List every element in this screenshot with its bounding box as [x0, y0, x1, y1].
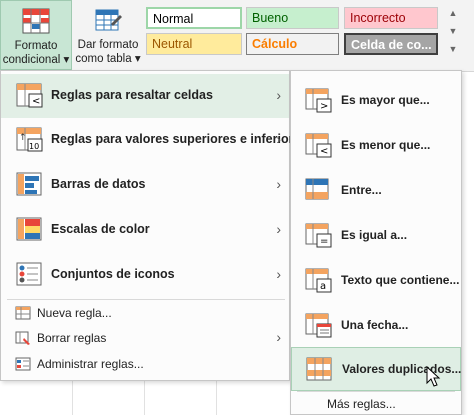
menu-separator — [7, 299, 285, 300]
equal-to-icon: = — [305, 223, 332, 248]
submenu-item-equal-to[interactable]: = Es igual a... — [291, 214, 461, 258]
chevron-down-icon: ▾ — [63, 54, 70, 66]
chevron-right-icon: › — [276, 329, 281, 345]
duplicate-values-icon — [306, 357, 332, 381]
icon-sets-icon — [16, 262, 42, 286]
styles-scroll-down-icon[interactable]: ▼ — [444, 26, 462, 40]
submenu-label: Texto que contiene... — [341, 273, 460, 287]
submenu-item-less-than[interactable]: < Es menor que... — [291, 124, 461, 168]
between-icon — [305, 178, 329, 200]
style-celda-de-comprobacion[interactable]: Celda de co... — [344, 33, 438, 55]
menu-label: Borrar reglas — [37, 331, 107, 345]
svg-text:10: 10 — [29, 142, 39, 151]
svg-text:=: = — [320, 236, 328, 247]
manage-rules-icon — [15, 357, 31, 371]
highlight-cells-rules-icon: < — [16, 83, 43, 108]
menu-item-manage-rules[interactable]: Administrar reglas... — [1, 353, 289, 375]
menu-label: Reglas para valores superiores e inferio… — [51, 132, 308, 146]
format-as-table-icon — [95, 9, 122, 31]
less-than-icon: < — [305, 133, 332, 158]
top-bottom-rules-icon: ↑ 10 — [16, 127, 43, 152]
conditional-formatting-menu: < Reglas para resaltar celdas › ↑ 10 Reg… — [0, 70, 307, 381]
chevron-right-icon: › — [276, 87, 281, 103]
chevron-right-icon: › — [276, 176, 281, 192]
svg-text:a: a — [320, 281, 326, 292]
menu-item-clear-rules[interactable]: Borrar reglas › — [1, 327, 289, 349]
style-normal[interactable]: Normal — [146, 7, 242, 29]
svg-text:<: < — [320, 146, 328, 157]
date-occurring-icon — [305, 313, 332, 338]
svg-text:<: < — [32, 96, 40, 107]
menu-label: Escalas de color — [51, 222, 150, 236]
submenu-label: Más reglas... — [327, 397, 396, 411]
menu-label: Reglas para resaltar celdas — [51, 88, 213, 102]
menu-item-icon-sets[interactable]: Conjuntos de iconos › — [1, 253, 289, 297]
submenu-label: Es igual a... — [341, 228, 408, 242]
submenu-item-greater-than[interactable]: > Es mayor que... — [291, 79, 461, 123]
conditional-formatting-label-2: condicional — [2, 54, 61, 66]
format-as-table-label-2: como tabla — [75, 53, 132, 65]
menu-item-highlight-cells-rules[interactable]: < Reglas para resaltar celdas › — [1, 74, 289, 118]
menu-label: Conjuntos de iconos — [51, 267, 175, 281]
conditional-formatting-button[interactable]: Formato condicional ▾ — [0, 0, 72, 70]
chevron-right-icon: › — [276, 266, 281, 282]
text-contains-icon: a — [305, 268, 332, 293]
new-rule-icon — [15, 306, 31, 320]
format-as-table-button[interactable]: Dar formato como tabla ▾ — [74, 0, 142, 70]
styles-more-icon[interactable]: ▼ — [444, 44, 462, 62]
svg-text:↑: ↑ — [19, 133, 27, 143]
chevron-down-icon: ▾ — [134, 53, 141, 65]
greater-than-icon: > — [305, 88, 332, 113]
submenu-item-date-occurring[interactable]: Una fecha... — [291, 304, 461, 348]
style-incorrecto[interactable]: Incorrecto — [344, 7, 438, 29]
mouse-pointer-icon — [426, 366, 441, 387]
svg-text:>: > — [320, 101, 328, 112]
menu-item-data-bars[interactable]: Barras de datos › — [1, 163, 289, 207]
conditional-formatting-icon — [22, 8, 50, 34]
submenu-item-more-rules[interactable]: Más reglas... — [291, 391, 461, 415]
menu-item-new-rule[interactable]: Nueva regla... — [1, 302, 289, 324]
submenu-label: Es menor que... — [341, 138, 431, 152]
submenu-label: Entre... — [341, 183, 382, 197]
styles-scroll-up-icon[interactable]: ▲ — [444, 8, 462, 22]
menu-label: Administrar reglas... — [37, 357, 144, 371]
style-calculo[interactable]: Cálculo — [246, 33, 339, 55]
submenu-label: Una fecha... — [341, 318, 409, 332]
submenu-label: Valores duplicados... — [342, 362, 462, 376]
style-bueno[interactable]: Bueno — [246, 7, 339, 29]
data-bars-icon — [16, 172, 42, 196]
format-as-table-label-1: Dar formato — [77, 39, 139, 51]
ribbon: Formato condicional ▾ Dar formato como t… — [0, 0, 474, 72]
menu-label: Barras de datos — [51, 177, 146, 191]
chevron-right-icon: › — [276, 131, 281, 147]
clear-rules-icon — [15, 331, 30, 345]
submenu-item-between[interactable]: Entre... — [291, 169, 461, 213]
conditional-formatting-label-1: Formato — [14, 40, 58, 52]
menu-label: Nueva regla... — [37, 306, 112, 320]
menu-item-top-bottom-rules[interactable]: ↑ 10 Reglas para valores superiores e in… — [1, 118, 307, 162]
chevron-right-icon: › — [276, 221, 281, 237]
highlight-cells-submenu: > Es mayor que... < Es menor que... Entr… — [290, 70, 462, 415]
submenu-label: Es mayor que... — [341, 93, 430, 107]
color-scales-icon — [16, 217, 42, 241]
submenu-item-text-contains[interactable]: a Texto que contiene... — [291, 259, 461, 303]
style-neutral[interactable]: Neutral — [146, 33, 242, 55]
menu-item-color-scales[interactable]: Escalas de color › — [1, 208, 289, 252]
